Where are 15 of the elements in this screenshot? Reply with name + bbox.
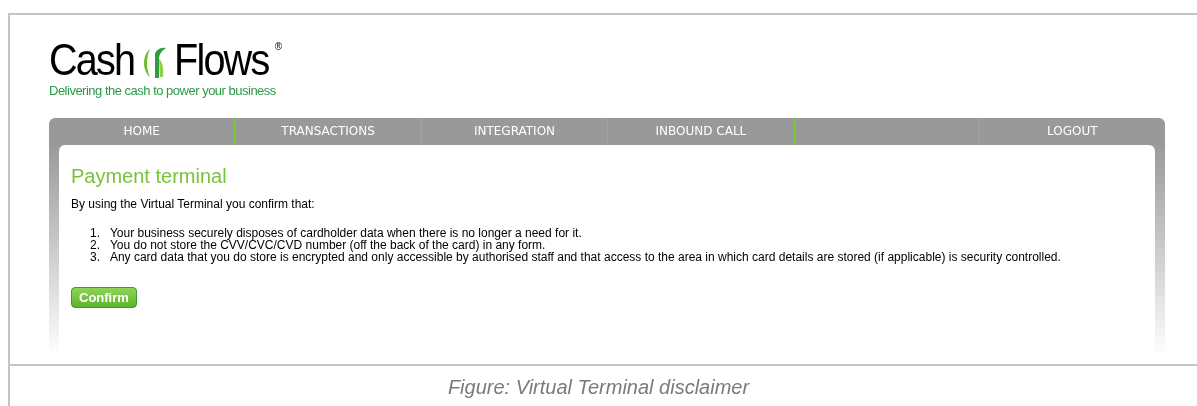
logo-wordmark: Cash xyxy=(49,37,135,83)
intro-text: By using the Virtual Terminal you confirm that: xyxy=(71,197,316,211)
figure-caption: Figure: Virtual Terminal disclaimer xyxy=(446,375,751,399)
nav-link[interactable]: HOME xyxy=(49,118,235,145)
logo-wordmark: Flows xyxy=(173,37,269,83)
registered-mark: ® xyxy=(274,40,282,54)
list-item-text: Any card data that you do store is encrypted and only accessible by authorised staff and that access to the area in which card details are stored (if applicable) is security controlled. xyxy=(109,251,1062,263)
page-title: Payment terminal xyxy=(71,164,228,188)
list-number: 3. xyxy=(90,251,101,263)
confirm-button[interactable]: Confirm xyxy=(71,287,137,308)
list-number: 1. xyxy=(90,227,101,239)
list-number: 2. xyxy=(90,239,101,251)
list-item-text: Your business securely disposes of cardholder data when there is no longer a need for it. xyxy=(109,227,583,239)
logo-tagline: Delivering the cash to power your business xyxy=(49,83,277,99)
list-item-text: You do not store the CVV/CVC/CVD number (off the back of the card) in any form. xyxy=(109,239,546,251)
